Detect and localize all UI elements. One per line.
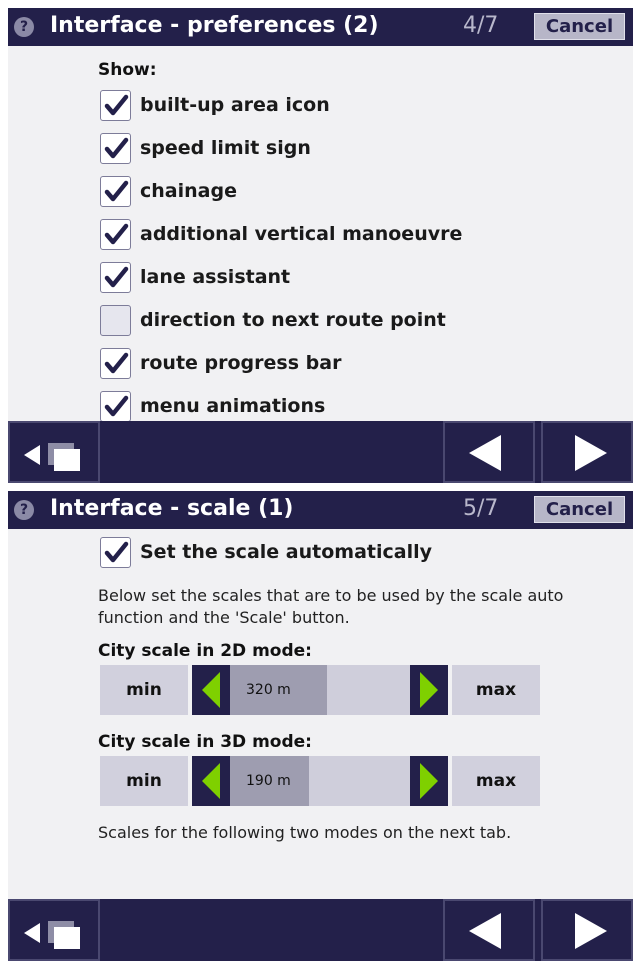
bottom-nav-bar [8, 421, 633, 483]
scale-panel: ? Interface - scale (1) 5/7 Cancel Set t… [8, 491, 633, 962]
page-title: Interface - scale (1) [50, 496, 294, 521]
checkbox[interactable] [100, 391, 131, 422]
scale-slider[interactable]: 190 m [230, 756, 410, 806]
min-button[interactable]: min [100, 756, 188, 806]
page-counter: 4/7 [463, 13, 499, 38]
preferences-content: Show: built-up area icon speed limit sig… [8, 46, 633, 422]
show-heading: Show: [98, 60, 157, 80]
option-label: Set the scale automatically [140, 541, 432, 563]
checkmark-icon [104, 137, 129, 159]
max-button[interactable]: max [452, 665, 540, 715]
scale-value: 190 m [246, 773, 291, 789]
max-button[interactable]: max [452, 756, 540, 806]
pages-back-button[interactable] [8, 899, 100, 961]
chevron-left-icon [202, 672, 220, 708]
option-label: chainage [140, 180, 237, 202]
option-label: speed limit sign [140, 137, 311, 159]
checkbox[interactable] [100, 262, 131, 293]
checkmark-icon [104, 223, 129, 245]
decrease-button[interactable] [192, 756, 230, 806]
cancel-button[interactable]: Cancel [534, 13, 625, 40]
checkbox[interactable] [100, 176, 131, 207]
min-button[interactable]: min [100, 665, 188, 715]
next-button[interactable] [541, 899, 633, 961]
title-bar: ? Interface - scale (1) 5/7 Cancel [8, 491, 633, 529]
help-icon[interactable]: ? [14, 17, 34, 37]
checkmark-icon [104, 180, 129, 202]
previous-button[interactable] [443, 899, 535, 961]
pages-back-icon [24, 921, 80, 949]
triangle-left-icon [469, 913, 501, 949]
checkmark-icon [104, 94, 129, 116]
increase-button[interactable] [410, 665, 448, 715]
next-button[interactable] [541, 421, 633, 483]
cancel-button[interactable]: Cancel [534, 496, 625, 523]
triangle-left-icon [469, 435, 501, 471]
option-label: route progress bar [140, 352, 342, 374]
triangle-right-icon [575, 435, 607, 471]
pages-back-icon [24, 443, 80, 471]
help-icon[interactable]: ? [14, 500, 34, 520]
option-label: menu animations [140, 395, 326, 417]
preferences-panel: ? Interface - preferences (2) 4/7 Cancel… [8, 8, 633, 484]
pages-back-button[interactable] [8, 421, 100, 483]
title-bar: ? Interface - preferences (2) 4/7 Cancel [8, 8, 633, 46]
scale-content: Set the scale automatically Below set th… [8, 529, 633, 899]
bottom-nav-bar [8, 899, 633, 961]
checkmark-icon [104, 395, 129, 417]
scale-description: Below set the scales that are to be used… [98, 586, 564, 627]
checkmark-icon [104, 352, 129, 374]
triangle-right-icon [575, 913, 607, 949]
decrease-button[interactable] [192, 665, 230, 715]
city-scale-3d-label: City scale in 3D mode: [98, 732, 312, 752]
increase-button[interactable] [410, 756, 448, 806]
chevron-right-icon [420, 672, 438, 708]
scale-slider[interactable]: 320 m [230, 665, 410, 715]
scale-value: 320 m [246, 682, 291, 698]
checkbox[interactable] [100, 219, 131, 250]
checkmark-icon [104, 541, 129, 563]
previous-button[interactable] [443, 421, 535, 483]
page-title: Interface - preferences (2) [50, 13, 379, 38]
scale-footer-note: Scales for the following two modes on th… [98, 823, 512, 842]
chevron-right-icon [420, 763, 438, 799]
option-label: built-up area icon [140, 94, 330, 116]
checkbox[interactable] [100, 305, 131, 336]
page-counter: 5/7 [463, 496, 499, 521]
option-label: additional vertical manoeuvre [140, 223, 463, 245]
checkmark-icon [104, 266, 129, 288]
checkbox[interactable] [100, 348, 131, 379]
option-label: direction to next route point [140, 309, 446, 331]
option-label: lane assistant [140, 266, 291, 288]
checkbox[interactable] [100, 537, 131, 568]
city-scale-3d-control: min 190 m max [100, 756, 540, 806]
checkbox[interactable] [100, 133, 131, 164]
city-scale-2d-label: City scale in 2D mode: [98, 641, 312, 661]
chevron-left-icon [202, 763, 220, 799]
city-scale-2d-control: min 320 m max [100, 665, 540, 715]
checkbox[interactable] [100, 90, 131, 121]
